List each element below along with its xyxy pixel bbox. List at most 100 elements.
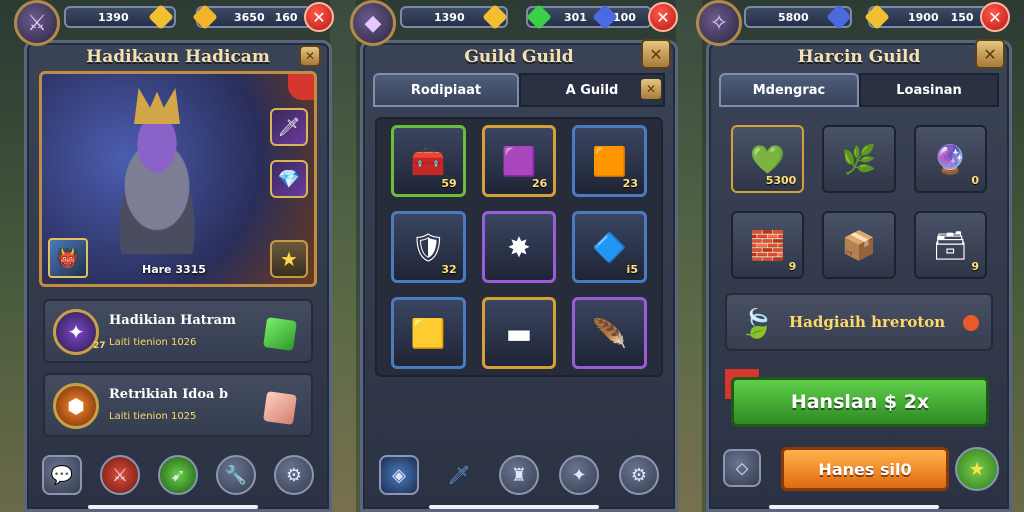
item-count: 23 (622, 177, 638, 190)
green-cube-icon (263, 317, 297, 351)
tab-bar: Mdengrac Loasinan (719, 73, 999, 107)
item-slot[interactable]: 🟪 26 (481, 125, 557, 197)
hero-mini-portrait[interactable]: 👹 (48, 238, 88, 278)
list-item-subtitle: Laiti tienion 1025 (109, 411, 197, 422)
tab-loasinan[interactable]: Loasinan (859, 73, 999, 107)
close-button[interactable]: ✕ (980, 2, 1010, 32)
panel-title: Guild Guild (464, 47, 574, 67)
player-avatar[interactable]: ◆ (350, 0, 396, 46)
guild-screen: ◆ 1390 301 100 ✕ Guild Guild ✕ Rodipiaat… (350, 0, 678, 512)
list-item-title: Retrikiah Idoa b (109, 387, 229, 402)
item-count: 9 (788, 260, 797, 273)
settings-icon[interactable]: ⚙ (274, 455, 314, 495)
tools-icon[interactable]: ✦ (559, 455, 599, 495)
home-indicator (88, 505, 258, 509)
item-count: 0 (971, 174, 979, 187)
notification-dot (963, 315, 979, 331)
guild-panel: Guild Guild ✕ Rodipiaat A Guild ✕ 🧰 59 🟪 2… (360, 39, 678, 512)
reward-row[interactable]: 🍃 Hadgiaih hreroton (725, 293, 993, 351)
star-icon[interactable]: ★ (955, 447, 999, 491)
item-slot[interactable]: ▬ (481, 297, 557, 369)
resource-value: 5800 (778, 10, 809, 24)
hero-panel: Hadikaun Hadicam ✕ 🗡 💎 👹 Hare 3315 ★ ✦ 2… (24, 40, 332, 512)
chat-icon[interactable]: 💬 (42, 455, 82, 495)
item-count: 32 (441, 263, 457, 276)
buy-button[interactable]: Hanslan $ 2x (731, 377, 989, 427)
shop-item[interactable]: 💚 5300 (731, 125, 805, 193)
shop-screen: ✧ 5800 1900 150 ✕ Harcin Guild ✕ Mdengra… (696, 0, 1012, 512)
item-slot[interactable]: 🔷 i5 (572, 211, 647, 283)
list-item-level: 27 (93, 341, 106, 351)
shop-item[interactable]: 🌿 (822, 125, 896, 193)
sword-icon[interactable]: 🗡 (439, 455, 479, 495)
hero-helmet (134, 88, 180, 124)
list-item[interactable]: ✦ 27 Hadikian Hatram Laiti tienion 1026 (43, 299, 313, 363)
tab-mdengrac[interactable]: Mdengrac (719, 73, 859, 107)
close-tab-button[interactable]: ✕ (641, 79, 661, 99)
item-count: 59 (441, 177, 457, 190)
settings-button[interactable]: ✕ (299, 45, 321, 67)
item-count: 9 (971, 260, 979, 273)
item-count: 26 (532, 177, 548, 190)
item-count: 5300 (765, 174, 797, 187)
upgrade-icon[interactable]: ➹ (158, 455, 198, 495)
close-panel-button[interactable]: ✕ (975, 39, 1005, 69)
hero-screen: ⚔ 1390 3650 160 ✕ Hadikaun Hadicam ✕ 🗡 💎… (14, 0, 334, 512)
resource-bar: ◆ 1390 301 100 ✕ (350, 0, 678, 46)
resource-value: 1390 (98, 10, 129, 24)
resource-bar: ✧ 5800 1900 150 ✕ (696, 0, 1012, 46)
close-button[interactable]: ✕ (648, 2, 678, 32)
shop-item[interactable]: 📦 (822, 211, 896, 279)
gem-icon[interactable]: ⬦ (723, 449, 761, 487)
pink-cube-icon (263, 391, 297, 425)
home-indicator (769, 505, 939, 509)
shop-item[interactable]: 🧱 9 (731, 211, 805, 279)
bottom-nav: 💬 ⚔ ➹ 🔧 ⚙ (27, 447, 329, 503)
tab-bar: Rodipiaat A Guild ✕ (373, 73, 665, 107)
leaf-icon: 🍃 (739, 306, 775, 340)
resource-value: 150 (950, 10, 974, 24)
resource-value: 1390 (434, 10, 465, 24)
tab-rodipiaat[interactable]: Rodipiaat (373, 73, 519, 107)
resource-value: 160 (274, 10, 298, 24)
trophy-icon[interactable]: ♜ (499, 455, 539, 495)
star-icon[interactable]: ★ (270, 240, 308, 278)
list-item[interactable]: ⬢ Retrikiah Idoa b Laiti tienion 1025 (43, 373, 313, 437)
shield-icon: ⬢ (53, 383, 99, 429)
item-slot[interactable]: 🟧 23 (572, 125, 647, 197)
reward-text: Hadgiaih hreroton (789, 313, 946, 331)
item-count: i5 (626, 263, 638, 276)
bottom-nav: ◈ 🗡 ♜ ✦ ⚙ (363, 447, 675, 503)
shop-item[interactable]: 🔮 0 (913, 125, 987, 193)
panel-title: Hadikaun Hadicam (86, 47, 270, 67)
item-slot[interactable]: 🪶 (572, 297, 647, 369)
player-avatar[interactable]: ⚔ (14, 0, 60, 46)
shop-grid: 💚 5300 🌿 🔮 0 🧱 9 📦 🗃 9 (721, 117, 997, 287)
shop-panel: Harcin Guild ✕ Mdengrac Loasinan 💚 5300 🌿… (706, 39, 1012, 512)
hero-level-label: Hare 3315 (142, 263, 206, 276)
list-item-title: Hadikian Hatram (109, 313, 236, 328)
new-badge (288, 74, 314, 100)
battle-icon[interactable]: ⚔ (100, 455, 140, 495)
resource-value: 3650 (234, 10, 265, 24)
list-item-subtitle: Laiti tienion 1026 (109, 337, 197, 348)
item-slot[interactable]: 🛡 32 (391, 211, 466, 283)
settings-icon[interactable]: ⚙ (619, 455, 659, 495)
wrench-icon[interactable]: 🔧 (216, 455, 256, 495)
equipment-slot[interactable]: 🗡 (270, 108, 308, 146)
player-avatar[interactable]: ✧ (696, 0, 742, 46)
equipment-slot[interactable]: 💎 (270, 160, 308, 198)
item-slot[interactable]: 🟨 (391, 297, 466, 369)
panel-title: Harcin Guild (797, 47, 921, 67)
resource-value: 1900 (908, 10, 939, 24)
resource-bar: ⚔ 1390 3650 160 ✕ (14, 0, 334, 46)
close-panel-button[interactable]: ✕ (641, 39, 671, 69)
item-slot[interactable]: 🧰 59 (391, 125, 466, 197)
gem-icon[interactable]: ◈ (379, 455, 419, 495)
action-button[interactable]: Hanes sil0 (781, 447, 949, 491)
hero-card[interactable]: 🗡 💎 👹 Hare 3315 ★ (39, 71, 317, 287)
item-slot[interactable]: ✸ (481, 211, 557, 283)
shop-item[interactable]: 🗃 9 (913, 211, 987, 279)
item-grid: 🧰 59 🟪 26 🟧 23 🛡 32 ✸ 🔷 i5 🟨 ▬ 🪶 (375, 117, 663, 377)
close-button[interactable]: ✕ (304, 2, 334, 32)
